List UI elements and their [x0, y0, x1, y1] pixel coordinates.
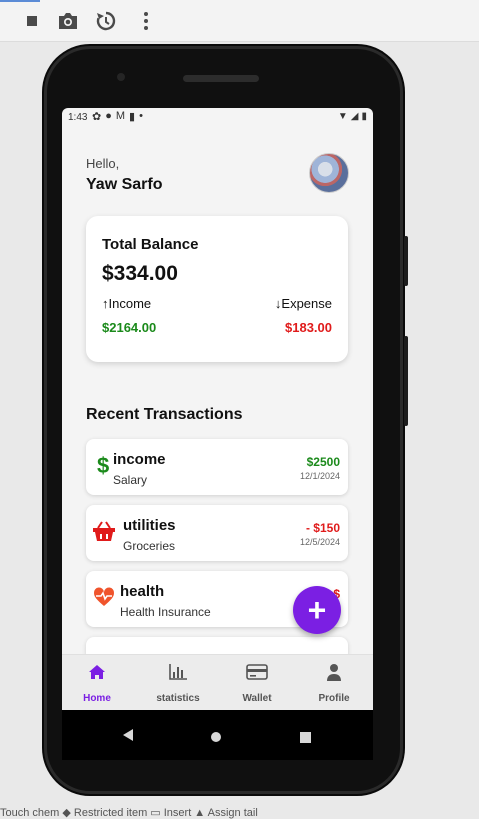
status-time: 1:43 — [68, 112, 88, 123]
user-name: Yaw Sarfo — [86, 176, 163, 193]
camera-icon[interactable] — [56, 9, 80, 33]
status-system-icons: ▼ ◢ ▮ — [338, 111, 367, 122]
bar-chart-icon — [143, 661, 213, 683]
stop-icon[interactable] — [20, 9, 44, 33]
greeting-text: Hello, — [86, 156, 120, 171]
rotate-icon[interactable] — [94, 9, 118, 33]
income-label: ↑Income — [102, 296, 152, 311]
app-screen: 1:43 ✿ ● M ▮ • ▼ ◢ ▮ Hello, Yaw Sarfo To… — [62, 108, 373, 760]
balance-title: Total Balance — [102, 236, 199, 253]
nav-item-wallet[interactable]: Wallet — [222, 661, 292, 704]
wifi-icon: ▼ — [337, 111, 348, 122]
transaction-category: utilities — [123, 517, 176, 534]
back-icon[interactable] — [122, 728, 134, 747]
system-navigation-bar — [62, 710, 373, 760]
nav-label-home: Home — [83, 693, 111, 704]
total-balance-card: Total Balance $334.00 ↑Income ↓Expense $… — [86, 216, 348, 362]
gmail-icon: M — [115, 110, 126, 122]
sim-icon: ▮ — [129, 111, 136, 123]
signal-icon: ◢ — [350, 111, 359, 122]
transaction-subtitle: Groceries — [123, 539, 176, 553]
svg-text:$: $ — [97, 453, 109, 477]
earpiece-speaker — [183, 75, 259, 82]
dot-icon: • — [139, 110, 143, 122]
app-notification-icon: ● — [105, 110, 112, 122]
transaction-amount: $2500 — [306, 455, 340, 469]
expense-value: $183.00 — [285, 320, 332, 335]
transaction-date: 12/5/2024 — [299, 537, 340, 547]
volume-button — [404, 236, 408, 286]
bottom-navigation: Home statistics Wallet Profile — [62, 654, 373, 710]
transaction-category: health — [120, 583, 165, 600]
transaction-item[interactable]: utilities Groceries - $150 12/5/2024 — [86, 505, 348, 561]
transaction-subtitle: Salary — [113, 473, 148, 487]
emulator-window: 1:43 ✿ ● M ▮ • ▼ ◢ ▮ Hello, Yaw Sarfo To… — [0, 0, 479, 819]
more-options-icon[interactable] — [134, 9, 158, 33]
emulator-toolbar — [0, 0, 479, 42]
basket-icon — [92, 519, 116, 543]
home-circle-icon[interactable] — [210, 730, 222, 748]
transaction-amount: - $150 — [305, 521, 340, 535]
income-value: $2164.00 — [102, 320, 157, 335]
home-icon — [62, 661, 132, 683]
nav-item-statistics[interactable]: statistics — [143, 661, 213, 704]
settings-icon: ✿ — [92, 111, 102, 123]
battery-icon: ▮ — [361, 111, 367, 122]
nav-label-wallet: Wallet — [242, 693, 272, 704]
balance-amount: $334.00 — [102, 262, 178, 285]
transaction-item[interactable]: $ income Salary $2500 12/1/2024 — [86, 439, 348, 495]
nav-item-profile[interactable]: Profile — [299, 661, 369, 704]
wallet-icon — [222, 661, 292, 683]
transaction-category: income — [113, 451, 166, 468]
add-transaction-button[interactable]: + — [293, 586, 341, 634]
status-bar: 1:43 ✿ ● M ▮ • ▼ ◢ ▮ — [62, 108, 373, 128]
person-icon — [299, 661, 369, 683]
nav-label-statistics: statistics — [156, 693, 200, 704]
heart-pulse-icon — [92, 585, 116, 609]
status-notification-icons: ✿ ● M ▮ • — [92, 110, 143, 123]
emulator-bottom-hint: Touch chem ◆ Restricted item ▭ Insert ▲ … — [0, 807, 258, 819]
nav-item-home[interactable]: Home — [62, 661, 132, 704]
expense-label: ↓Expense — [274, 296, 332, 311]
power-button — [404, 336, 408, 426]
plus-icon: + — [307, 592, 327, 628]
recent-transactions-title: Recent Transactions — [86, 406, 243, 423]
toolbar-accent-line — [0, 0, 40, 2]
recents-icon[interactable] — [300, 730, 311, 748]
avatar[interactable] — [309, 153, 349, 193]
front-camera — [117, 73, 125, 81]
transaction-date: 12/1/2024 — [299, 471, 340, 481]
nav-label-profile: Profile — [318, 693, 350, 704]
transaction-subtitle: Health Insurance — [120, 605, 211, 619]
